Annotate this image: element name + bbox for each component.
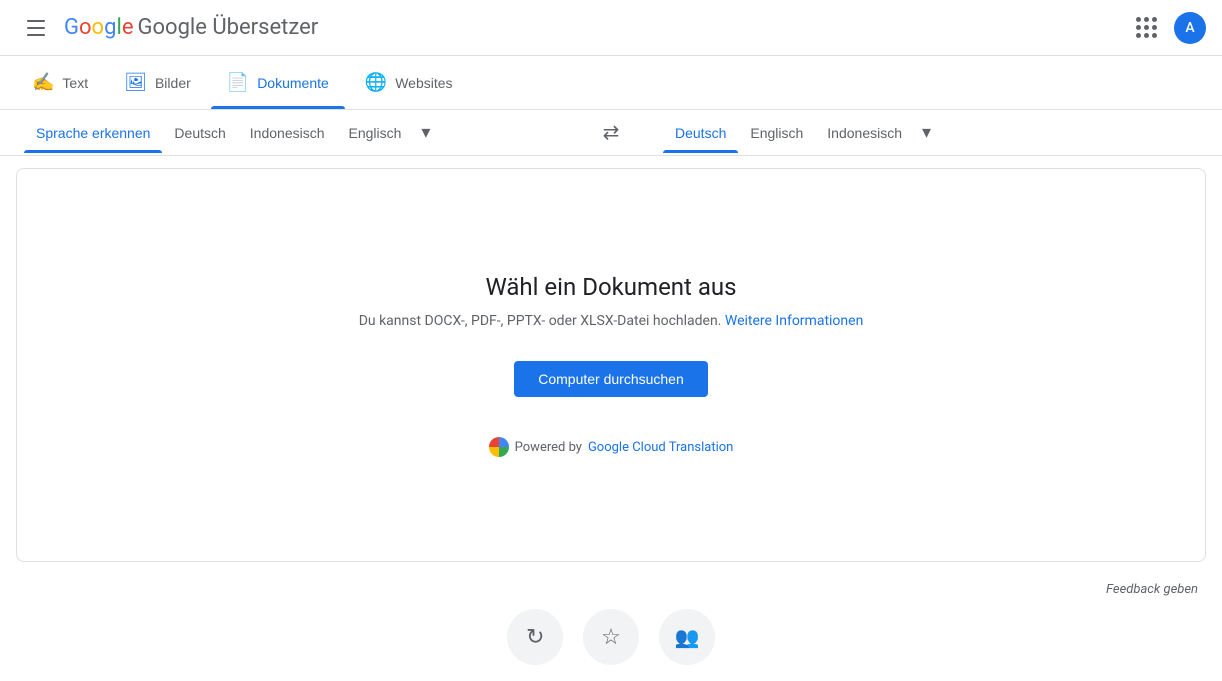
text-tab-icon: ✍	[32, 72, 54, 93]
lang-btn-indonesisch-target[interactable]: Indonesisch	[815, 113, 914, 153]
source-language-panel: Sprache erkennen Deutsch Indonesisch Eng…	[0, 110, 583, 155]
tab-text[interactable]: ✍ Text	[16, 56, 104, 109]
doc-panel-subtitle: Du kannst DOCX-, PDF-, PPTX- oder XLSX-D…	[359, 313, 864, 329]
target-lang-more-button[interactable]: ▾	[914, 110, 939, 155]
websites-tab-icon: 🌐	[365, 72, 387, 93]
source-lang-more-button[interactable]: ▾	[413, 110, 438, 155]
bilder-tab-icon: 🖼	[124, 72, 147, 93]
tab-dokumente-label: Dokumente	[257, 75, 329, 91]
avatar[interactable]: A	[1174, 12, 1206, 44]
powered-by-text: Powered by	[515, 440, 582, 455]
tab-bilder[interactable]: 🖼 Bilder	[108, 56, 207, 109]
apps-button[interactable]	[1126, 8, 1166, 48]
chevron-down-icon: ▾	[421, 122, 430, 143]
doc-panel-title: Wähl ein Dokument aus	[485, 273, 736, 301]
tab-bar: ✍ Text 🖼 Bilder 📄 Dokumente 🌐 Websites	[0, 56, 1222, 110]
google-logo: Google	[64, 15, 133, 40]
language-bar: Sprache erkennen Deutsch Indonesisch Eng…	[0, 110, 1222, 156]
doc-subtitle-text: Du kannst DOCX-, PDF-, PPTX- oder XLSX-D…	[359, 313, 722, 329]
browse-computer-button[interactable]: Computer durchsuchen	[514, 361, 708, 397]
tab-dokumente[interactable]: 📄 Dokumente	[211, 56, 345, 109]
bottom-icon-bar: ↺ ☆ 👥	[0, 605, 1222, 681]
feedback-link[interactable]: Feedback geben	[1106, 582, 1198, 597]
lang-btn-englisch-source[interactable]: Englisch	[337, 113, 414, 153]
document-upload-panel: Wähl ein Dokument aus Du kannst DOCX-, P…	[16, 168, 1206, 562]
lang-btn-deutsch-source[interactable]: Deutsch	[162, 113, 237, 153]
lang-btn-indonesisch-source[interactable]: Indonesisch	[238, 113, 337, 153]
tab-websites[interactable]: 🌐 Websites	[349, 56, 469, 109]
lang-btn-erkennen[interactable]: Sprache erkennen	[24, 113, 162, 153]
apps-grid-icon	[1136, 17, 1157, 38]
lang-btn-deutsch-target[interactable]: Deutsch	[663, 113, 738, 153]
tab-bilder-label: Bilder	[155, 75, 191, 91]
logo[interactable]: Google Google Übersetzer	[64, 15, 318, 40]
history-button[interactable]: ↺	[507, 609, 563, 665]
star-icon: ☆	[601, 624, 621, 650]
tab-text-label: Text	[62, 75, 88, 91]
app-name: Google Übersetzer	[137, 15, 318, 40]
saved-button[interactable]: ☆	[583, 609, 639, 665]
powered-by-section: Powered by Google Cloud Translation	[489, 437, 734, 457]
gcp-icon	[489, 437, 509, 457]
community-icon: 👥	[675, 625, 700, 650]
menu-button[interactable]	[16, 8, 56, 48]
doc-info-link[interactable]: Weitere Informationen	[725, 313, 863, 329]
dokumente-tab-icon: 📄	[227, 72, 249, 93]
gct-link[interactable]: Google Cloud Translation	[588, 440, 733, 455]
chevron-down-icon-target: ▾	[922, 122, 931, 143]
main-content: Wähl ein Dokument aus Du kannst DOCX-, P…	[0, 156, 1222, 574]
app-header: Google Google Übersetzer A	[0, 0, 1222, 56]
swap-icon: ⇄	[603, 120, 620, 145]
swap-languages-button[interactable]: ⇄	[583, 110, 639, 155]
lang-btn-englisch-target[interactable]: Englisch	[738, 113, 815, 153]
target-language-panel: Deutsch Englisch Indonesisch ▾	[639, 110, 1222, 155]
hamburger-icon	[27, 20, 45, 36]
community-button[interactable]: 👥	[659, 609, 715, 665]
history-icon: ↺	[526, 624, 544, 650]
feedback-row: Feedback geben	[0, 574, 1222, 605]
tab-websites-label: Websites	[395, 75, 452, 91]
